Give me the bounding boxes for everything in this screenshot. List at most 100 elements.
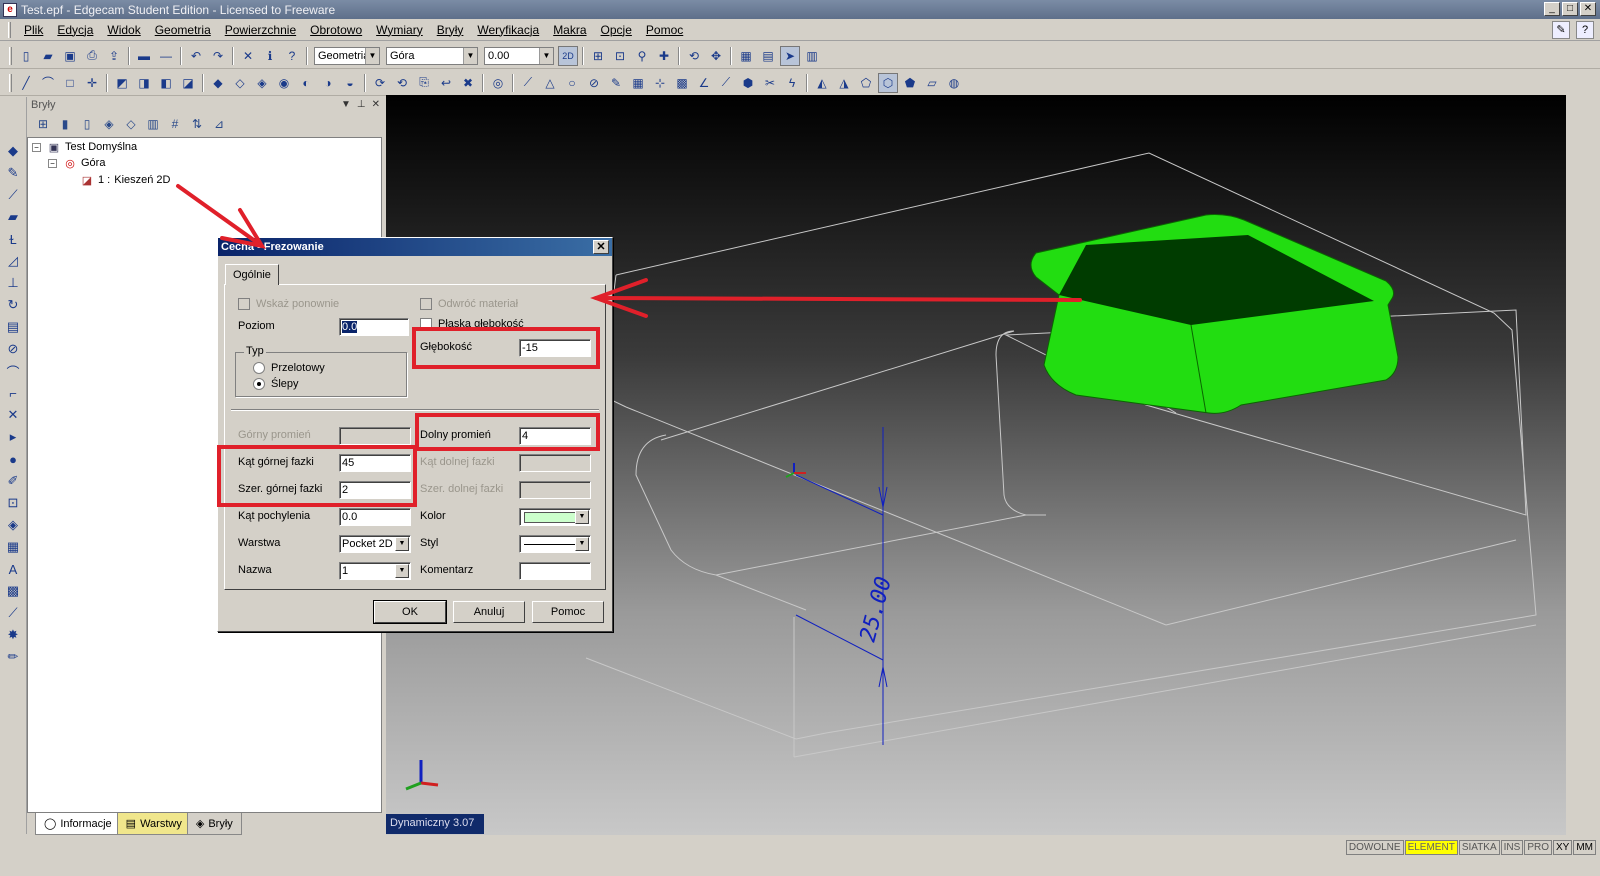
regenerate-icon[interactable]: ⟳ [370, 73, 390, 93]
table-icon[interactable]: ▦ [628, 73, 648, 93]
pointer-mode-icon[interactable]: ➤ [780, 45, 800, 66]
measure-icon[interactable]: ⟋ [518, 73, 538, 93]
print-icon[interactable]: ⎙ [82, 46, 102, 66]
import-solid-icon[interactable]: ◩ [112, 73, 132, 93]
table-grid-icon[interactable]: ▦ [3, 537, 23, 557]
info-icon[interactable]: ℹ [260, 46, 280, 66]
query-icon[interactable]: ? [282, 46, 302, 66]
toggle-2d-button[interactable]: 2D [558, 45, 578, 66]
tree-item-gora[interactable]: − ◎ Góra [48, 155, 105, 171]
refresh-icon[interactable]: ⟲ [392, 73, 412, 93]
toolbar-grip[interactable] [9, 46, 12, 65]
boss-feature-icon[interactable]: ◑ [318, 73, 338, 93]
menu-grip[interactable] [8, 21, 11, 38]
arc-icon[interactable]: ⌒ [38, 73, 58, 93]
pocket-feature-icon[interactable]: ◐ [296, 73, 316, 93]
delete-feature-icon[interactable]: ✖ [458, 73, 478, 93]
wskaz-ponownie-checkbox[interactable] [238, 298, 250, 310]
chevron-down-icon[interactable]: ▼ [575, 537, 589, 551]
view-flat-icon[interactable]: ▱ [922, 73, 942, 93]
status-mm[interactable]: MM [1573, 840, 1596, 855]
chart-icon[interactable]: ▥ [143, 115, 163, 133]
nazwa-select[interactable]: 1 ▼ [339, 562, 411, 580]
feature-edit-icon[interactable]: ✎ [3, 163, 23, 183]
layers-icon[interactable]: ▥ [802, 46, 822, 66]
close-button[interactable]: ✕ [1580, 2, 1596, 16]
rotate-icon[interactable]: ↻ [3, 295, 23, 315]
probe-icon[interactable]: ✐ [3, 471, 23, 491]
dimension-icon[interactable]: ⊹ [650, 73, 670, 93]
eraser-icon[interactable]: ◨ [134, 73, 154, 93]
cylinder-icon[interactable]: ▮ [55, 115, 75, 133]
chevron-down-icon[interactable]: ▼ [575, 510, 589, 524]
solid-feature-icon[interactable]: ◪ [178, 73, 198, 93]
starburst-icon[interactable]: ✸ [3, 625, 23, 645]
triangle-icon[interactable]: △ [540, 73, 560, 93]
panel-menu-icon[interactable]: ▼ [341, 99, 351, 110]
circle-icon[interactable]: ○ [562, 73, 582, 93]
filter-icon[interactable]: ⊡ [610, 46, 630, 66]
dialog-title-bar[interactable]: Cecha - Frezowanie ✕ [218, 238, 612, 256]
chevron-down-icon[interactable]: ▼ [539, 47, 553, 64]
angle-icon[interactable]: ∠ [694, 73, 714, 93]
menu-wymiary[interactable]: Wymiary [369, 23, 430, 37]
chevron-down-icon[interactable]: ▼ [395, 564, 409, 578]
help-cursor-icon[interactable]: ? [1576, 21, 1594, 39]
expand-icon[interactable]: ⊿ [209, 115, 229, 133]
przelotowy-radio[interactable] [253, 362, 265, 374]
status-pro[interactable]: PRO [1524, 840, 1552, 855]
offset-icon[interactable]: ⟋ [716, 73, 736, 93]
collapse-icon[interactable]: − [32, 142, 41, 152]
color-picker-icon[interactable]: ▬ [134, 46, 154, 66]
feature-find-icon[interactable]: ◈ [252, 73, 272, 93]
pomoc-button[interactable]: Pomoc [532, 601, 604, 623]
tab-informacje[interactable]: ◯ Informacje [35, 813, 121, 835]
hash-icon[interactable]: # [165, 115, 185, 133]
menu-bryly[interactable]: Bryły [430, 23, 471, 37]
pan-view-icon[interactable]: ✥ [706, 46, 726, 66]
pencil-icon[interactable]: ✏ [3, 647, 23, 667]
cross-icon[interactable]: ✕ [3, 405, 23, 425]
solid-tree-icon[interactable]: ⊞ [33, 115, 53, 133]
trash-icon[interactable]: ▯ [77, 115, 97, 133]
hatch-area-icon[interactable]: ▩ [3, 581, 23, 601]
feature-3d-icon[interactable]: ◈ [3, 515, 23, 535]
rectangle-icon[interactable]: □ [60, 73, 80, 93]
warstwa-select[interactable]: Pocket 2D ▼ [339, 535, 411, 553]
point-icon[interactable]: ✛ [82, 73, 102, 93]
undo-feature-icon[interactable]: ↩ [436, 73, 456, 93]
more-icon[interactable]: ▸ [3, 427, 23, 447]
diamond-icon[interactable]: ◇ [121, 115, 141, 133]
grid-snap-icon[interactable]: ⊡ [3, 493, 23, 513]
stack-icon[interactable]: ◧ [156, 73, 176, 93]
copy-feature-icon[interactable]: ⎘ [414, 73, 434, 93]
text-icon[interactable]: A [3, 559, 23, 579]
maximize-button[interactable]: □ [1562, 2, 1578, 16]
profile-feature-icon[interactable]: ◒ [340, 73, 360, 93]
gorny-promien-input[interactable] [339, 427, 411, 445]
panel-close-icon[interactable]: ✕ [372, 99, 380, 110]
feature-tool-icon[interactable]: ◆ [3, 141, 23, 161]
line-icon[interactable]: ╱ [16, 73, 36, 93]
komentarz-input[interactable] [519, 562, 591, 580]
poziom-input[interactable]: 0.0 [339, 318, 409, 336]
pen-settings-icon[interactable]: ✎ [1552, 21, 1570, 39]
menu-pomoc[interactable]: Pomoc [639, 23, 690, 37]
shaded-icon[interactable]: ◆ [208, 73, 228, 93]
kolor-select[interactable]: ▼ [519, 508, 591, 526]
chevron-down-icon[interactable]: ▼ [395, 537, 409, 551]
user-select-icon[interactable]: ⚲ [632, 46, 652, 66]
status-element[interactable]: ELEMENT [1404, 840, 1458, 855]
panel-pin-icon[interactable]: ⊥ [357, 99, 366, 110]
wireframe-icon[interactable]: ◇ [230, 73, 250, 93]
tab-warstwy[interactable]: ▤ Warstwy [116, 813, 191, 835]
menu-opcje[interactable]: Opcje [594, 23, 639, 37]
save-icon[interactable]: ▣ [60, 46, 80, 66]
status-ins[interactable]: INS [1500, 840, 1524, 855]
view-top-icon[interactable]: ⬡ [878, 72, 898, 93]
pattern-icon[interactable]: ▤ [3, 317, 23, 337]
menu-plik[interactable]: Plik [17, 23, 50, 37]
odwroc-material-checkbox[interactable] [420, 298, 432, 310]
kat-pochylenia-input[interactable]: 0.0 [339, 508, 411, 526]
globe-icon[interactable]: ◍ [944, 73, 964, 93]
